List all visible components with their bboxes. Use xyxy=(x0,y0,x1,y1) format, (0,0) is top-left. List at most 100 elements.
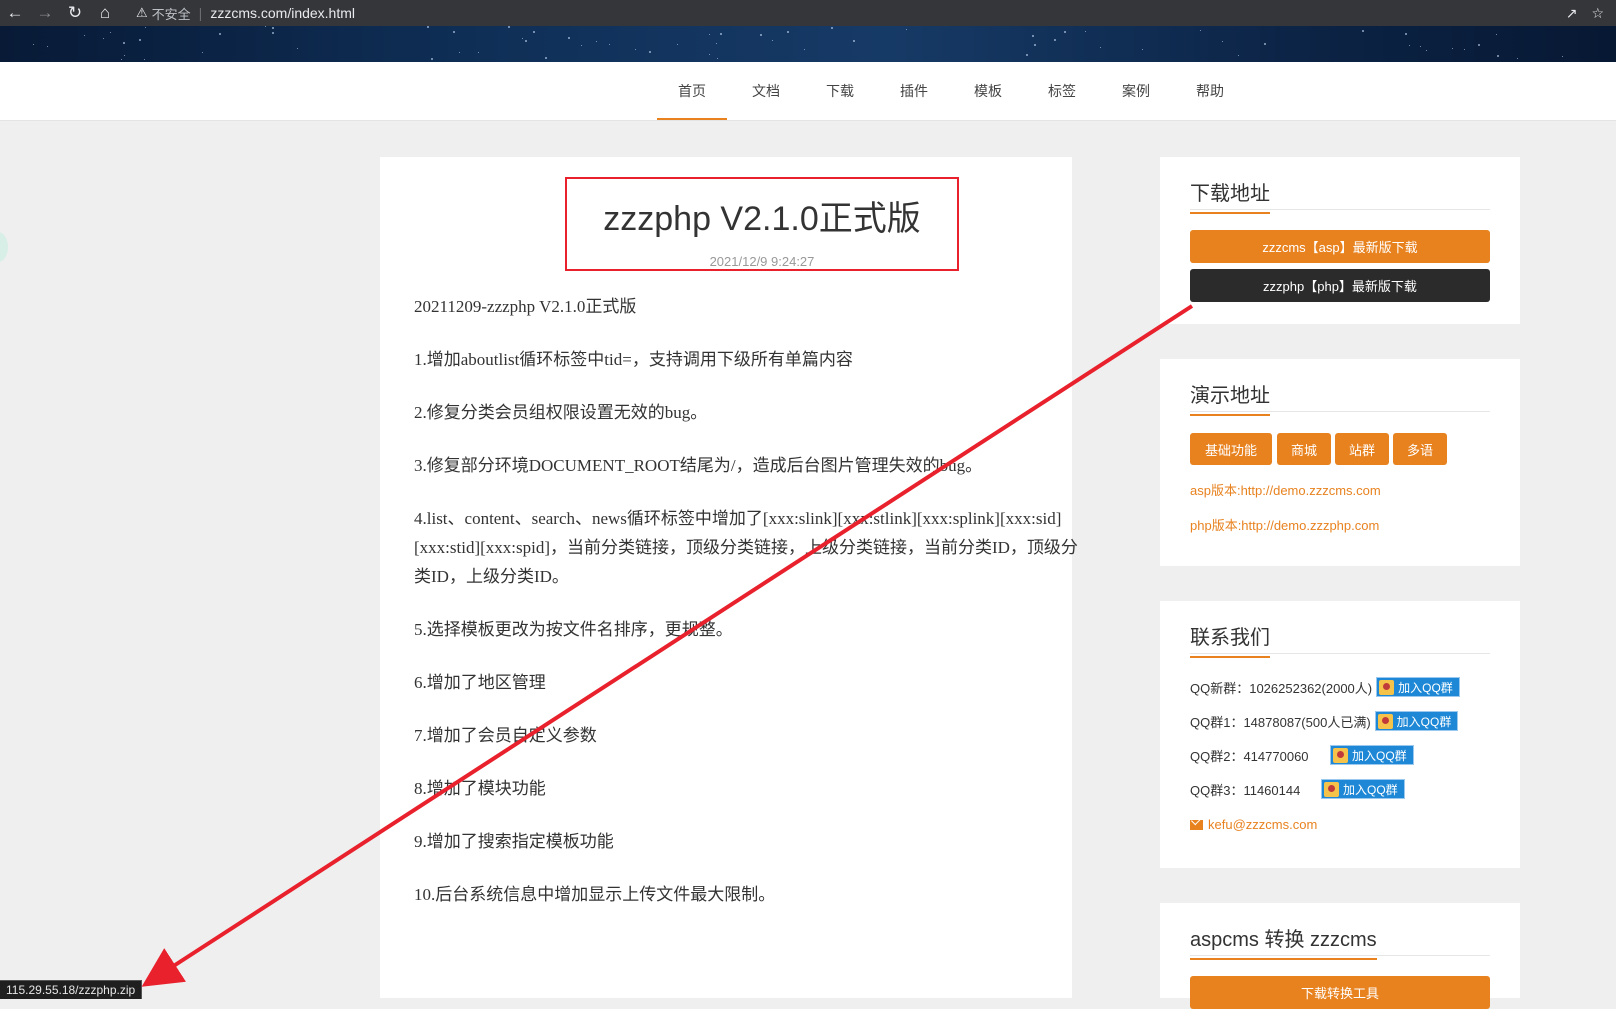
banner-star xyxy=(635,49,636,50)
article-paragraph: 3.修复部分环境DOCUMENT_ROOT结尾为/，造成后台图片管理失效的bug… xyxy=(414,456,983,475)
download-card: 下载地址 zzzcms【asp】最新版下载 zzzphp【php】最新版下载 xyxy=(1160,157,1520,324)
banner-star xyxy=(144,59,145,60)
forward-icon[interactable]: → xyxy=(30,0,60,26)
nav-item[interactable]: 首页 xyxy=(655,62,729,120)
banner-star xyxy=(804,49,805,50)
nav-item[interactable]: 文档 xyxy=(729,62,803,120)
article-paragraph: 4.list、content、search、news循环标签中增加了[xxx:s… xyxy=(414,509,1078,586)
back-icon[interactable]: ← xyxy=(0,0,30,26)
banner-star xyxy=(1034,44,1036,46)
qq-icon xyxy=(1377,713,1393,729)
banner-star xyxy=(525,40,527,42)
banner-star xyxy=(677,44,678,45)
article-title: zzzphp V2.1.0正式版 xyxy=(603,200,921,238)
article-body: 20211209-zzzphp V2.1.0正式版 1.增加aboutlist循环… xyxy=(414,292,1094,909)
email-link[interactable]: kefu@zzzcms.com xyxy=(1190,817,1317,832)
banner-star xyxy=(1420,46,1421,47)
banner-star xyxy=(33,44,34,45)
banner-star xyxy=(533,31,535,33)
banner-star xyxy=(545,57,547,59)
banner-star xyxy=(787,31,789,33)
security-label: 不安全 xyxy=(151,6,191,22)
nav-item[interactable]: 下载 xyxy=(803,62,877,120)
banner-star xyxy=(1562,56,1563,57)
banner-star xyxy=(906,29,907,30)
banner-star xyxy=(453,31,455,33)
php-download-button[interactable]: zzzphp【php】最新版下载 xyxy=(1190,269,1490,302)
qq-icon xyxy=(1333,747,1348,763)
banner-star xyxy=(1405,33,1407,35)
envelope-icon xyxy=(1190,819,1203,830)
banner-star xyxy=(1054,39,1056,41)
browser-toolbar: ← → ↻ ⌂ ⚠ 不安全 | zzzcms.com/index.html ↗ … xyxy=(0,0,1616,26)
convert-card: aspcms 转换 zzzcms 下载转换工具 xyxy=(1160,903,1520,1009)
php-demo-link[interactable]: php版本:http://demo.zzzphp.com xyxy=(1190,515,1379,534)
banner-star xyxy=(1426,50,1427,51)
bookmark-star-icon[interactable]: ☆ xyxy=(1591,5,1604,22)
join-qq-button[interactable]: 加入QQ群 xyxy=(1374,711,1459,731)
banner-star xyxy=(508,26,510,28)
banner-star xyxy=(1478,44,1480,46)
divider xyxy=(1190,653,1490,654)
nav-item[interactable]: 标签 xyxy=(1025,62,1099,120)
banner-star xyxy=(427,26,429,28)
banner-star xyxy=(596,41,597,42)
banner-star xyxy=(717,58,718,59)
share-icon[interactable]: ↗ xyxy=(1566,5,1578,22)
qq-icon xyxy=(1379,679,1395,695)
banner-star xyxy=(1238,55,1239,56)
status-bar-link: 115.29.55.18/zzzphp.zip xyxy=(0,980,143,999)
join-qq-button[interactable]: 加入QQ群 xyxy=(1376,677,1460,697)
qq-icon xyxy=(1324,781,1339,797)
banner-star xyxy=(709,34,710,35)
article-paragraph: 20211209-zzzphp V2.1.0正式版 xyxy=(414,297,637,316)
banner-star xyxy=(265,26,266,27)
banner-star xyxy=(297,48,298,49)
article-paragraph: 7.增加了会员自定义参数 xyxy=(414,726,597,745)
banner-star xyxy=(123,42,125,44)
demo-tag-multilang[interactable]: 多语 xyxy=(1393,433,1447,465)
banner-star xyxy=(709,54,710,55)
demo-card: 演示地址 基础功能 商城 站群 多语 asp版本:http://demo.zzz… xyxy=(1160,359,1520,566)
article-date: 2021/12/9 9:24:27 xyxy=(709,254,815,269)
banner-star xyxy=(609,44,610,45)
article-paragraph: 8.增加了模块功能 xyxy=(414,779,546,798)
divider xyxy=(1190,209,1490,210)
banner-star xyxy=(1362,30,1364,32)
banner-star xyxy=(219,33,221,35)
banner-star xyxy=(649,51,651,53)
banner-star xyxy=(145,27,146,28)
nav-item[interactable]: 案例 xyxy=(1099,62,1173,120)
article-paragraph: 5.选择模板更改为按文件名排序，更规整。 xyxy=(414,620,733,639)
banner-star xyxy=(1026,54,1028,56)
divider xyxy=(1190,411,1490,412)
asp-download-button[interactable]: zzzcms【asp】最新版下载 xyxy=(1190,230,1490,263)
banner-star xyxy=(1222,41,1223,42)
banner-star xyxy=(139,39,141,41)
banner-star xyxy=(853,40,855,42)
banner-star xyxy=(1100,47,1101,48)
demo-tag-basic[interactable]: 基础功能 xyxy=(1190,433,1272,465)
floating-widget[interactable] xyxy=(0,232,8,262)
demo-tag-sites[interactable]: 站群 xyxy=(1335,433,1389,465)
nav-item[interactable]: 模板 xyxy=(951,62,1025,120)
article-paragraph: 6.增加了地区管理 xyxy=(414,673,546,692)
asp-demo-link[interactable]: asp版本:http://demo.zzzcms.com xyxy=(1190,480,1381,499)
join-qq-button[interactable]: 加入QQ群 xyxy=(1321,779,1405,799)
join-qq-button[interactable]: 加入QQ群 xyxy=(1330,745,1414,765)
address-bar[interactable]: ⚠ 不安全 | zzzcms.com/index.html xyxy=(136,2,355,24)
convert-tool-button[interactable]: 下载转换工具 xyxy=(1190,976,1490,1009)
reload-icon[interactable]: ↻ xyxy=(60,0,90,26)
url-text[interactable]: zzzcms.com/index.html xyxy=(210,5,355,21)
banner-star xyxy=(110,32,111,33)
home-icon[interactable]: ⌂ xyxy=(90,0,120,26)
banner-star xyxy=(581,45,582,46)
email-text: kefu@zzzcms.com xyxy=(1208,817,1318,832)
demo-tag-shop[interactable]: 商城 xyxy=(1277,433,1331,465)
warning-icon: ⚠ xyxy=(136,5,148,20)
banner-star xyxy=(121,59,122,60)
nav-item[interactable]: 插件 xyxy=(877,62,951,120)
qq-group-label: QQ群2：414770060 xyxy=(1190,748,1309,764)
nav-item[interactable]: 帮助 xyxy=(1173,62,1247,120)
banner-star xyxy=(568,37,570,39)
